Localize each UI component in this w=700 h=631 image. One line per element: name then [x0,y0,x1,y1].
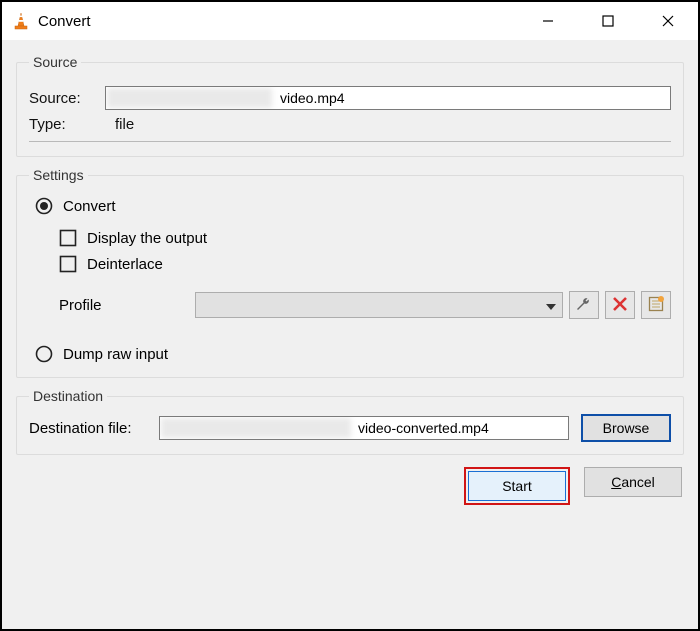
deinterlace-checkbox[interactable]: Deinterlace [59,255,671,273]
chevron-down-icon [546,297,556,313]
window-title: Convert [38,13,91,30]
destination-label: Destination file: [29,420,159,437]
minimize-button[interactable] [518,2,578,40]
new-profile-icon [647,295,665,316]
dialog-content: Source Source: video.mp4 Type: file Sett… [2,40,698,629]
destination-group: Destination Destination file: video-conv… [16,388,684,455]
browse-label: Browse [603,420,650,436]
settings-legend: Settings [29,167,88,183]
cancel-button[interactable]: Cancel [584,467,682,497]
destination-legend: Destination [29,388,107,404]
vlc-cone-icon [12,12,30,30]
radio-unselected-icon [35,345,53,363]
source-legend: Source [29,54,81,70]
new-profile-button[interactable] [641,291,671,319]
profile-label: Profile [35,297,195,314]
source-label: Source: [29,90,105,107]
convert-radio[interactable]: Convert [35,197,671,215]
display-output-label: Display the output [87,230,207,247]
delete-profile-button[interactable] [605,291,635,319]
dump-raw-label: Dump raw input [63,346,168,363]
start-button[interactable]: Start [468,471,566,501]
checkbox-unchecked-icon [59,229,77,247]
type-label: Type: [29,116,105,133]
convert-label: Convert [63,198,116,215]
display-output-checkbox[interactable]: Display the output [59,229,671,247]
profile-combobox[interactable] [195,292,563,318]
maximize-button[interactable] [578,2,638,40]
delete-icon [611,295,629,316]
edit-profile-button[interactable] [569,291,599,319]
wrench-icon [575,295,593,316]
tutorial-highlight: Start [464,467,570,505]
destination-value: video-converted.mp4 [166,417,489,439]
radio-selected-icon [35,197,53,215]
checkbox-unchecked-icon [59,255,77,273]
browse-button[interactable]: Browse [581,414,671,442]
source-input[interactable]: video.mp4 [105,86,671,110]
dump-raw-radio[interactable]: Dump raw input [35,345,671,363]
settings-group: Settings Convert Display the output Dein… [16,167,684,378]
destination-input[interactable]: video-converted.mp4 [159,416,569,440]
titlebar: Convert [2,2,698,40]
source-value: video.mp4 [112,87,345,109]
source-group: Source Source: video.mp4 Type: file [16,54,684,157]
type-value: file [115,116,134,133]
deinterlace-label: Deinterlace [87,256,163,273]
dialog-button-row: Start Cancel [16,467,684,505]
divider [29,141,671,142]
close-button[interactable] [638,2,698,40]
